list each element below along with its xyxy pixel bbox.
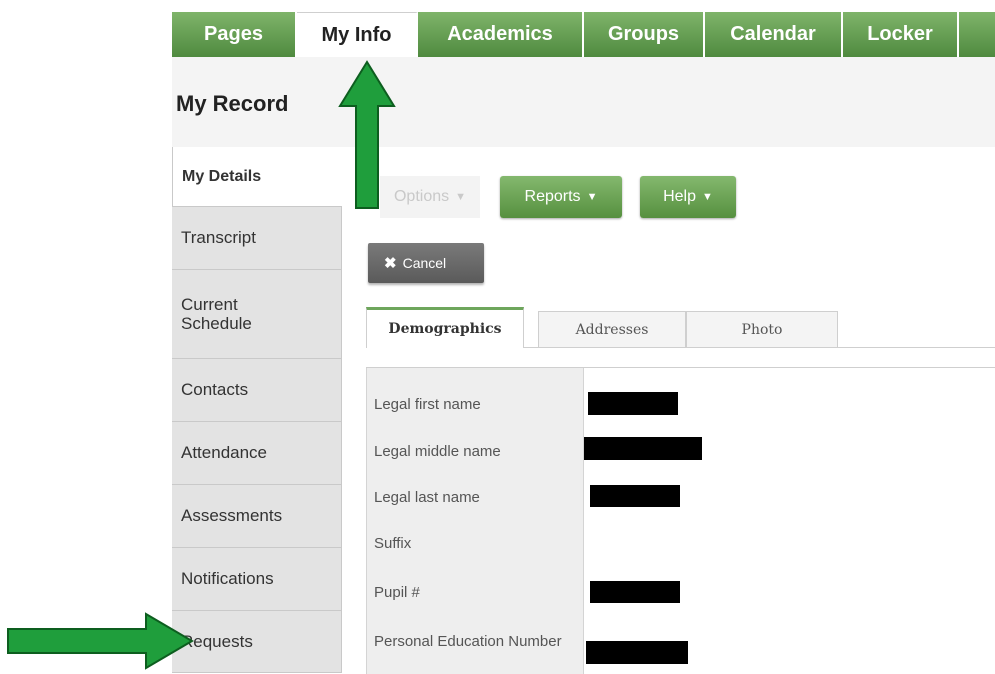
tab-my-info[interactable]: My Info: [297, 12, 418, 57]
top-nav: Pages My Info Academics Groups Calendar …: [172, 12, 995, 57]
tab-academics[interactable]: Academics: [418, 12, 584, 57]
field-label-pupil-number: Pupil #: [374, 584, 420, 601]
caret-down-icon: ▼: [455, 191, 467, 203]
sub-tabs: Demographics Addresses Photo: [366, 307, 995, 348]
help-button[interactable]: Help ▼: [640, 176, 736, 218]
tab-groups[interactable]: Groups: [584, 12, 705, 57]
tab-label: My Info: [321, 23, 392, 46]
tab-addresses[interactable]: Addresses: [538, 311, 686, 347]
sidebar-item-attendance[interactable]: Attendance: [172, 422, 342, 485]
sidebar-item-label: Assessments: [181, 506, 283, 525]
sidebar-item-label: Current Schedule: [181, 295, 252, 333]
caret-down-icon: ▼: [586, 191, 598, 203]
caret-down-icon: ▼: [702, 191, 713, 203]
tab-photo[interactable]: Photo: [686, 311, 838, 347]
sidebar-item-assessments[interactable]: Assessments: [172, 485, 342, 548]
arrow-up-icon: [338, 60, 396, 209]
tab-label: Pages: [204, 23, 263, 45]
sidebar-item-current-schedule[interactable]: Current Schedule: [172, 270, 342, 359]
tab-label: Photo: [741, 321, 783, 338]
tab-label: Demographics: [388, 321, 502, 337]
field-label-legal-first-name: Legal first name: [374, 396, 481, 413]
tab-demographics[interactable]: Demographics: [366, 307, 524, 348]
tab-label: Calendar: [730, 23, 816, 45]
field-label-legal-last-name: Legal last name: [374, 489, 480, 506]
personal-education-number-value-redacted: [586, 641, 688, 664]
close-icon: ✖: [384, 255, 397, 272]
page-header: My Record: [172, 57, 995, 148]
pupil-number-value-redacted: [590, 581, 680, 603]
tab-pages[interactable]: Pages: [172, 12, 297, 57]
sidebar-item-requests[interactable]: Requests: [172, 611, 342, 673]
field-label-suffix: Suffix: [374, 535, 412, 552]
demographics-form: Legal first name Legal middle name Legal…: [366, 367, 995, 674]
arrow-right-icon: [7, 612, 194, 670]
tab-label: Groups: [607, 23, 680, 45]
legal-first-name-value-redacted: [588, 392, 678, 415]
tab-label: Academics: [447, 23, 553, 45]
options-label: Options: [393, 188, 450, 205]
sidebar-item-label: Attendance: [181, 443, 268, 462]
sidebar-item-contacts[interactable]: Contacts: [172, 359, 342, 422]
tab-label: Addresses: [575, 321, 649, 338]
tab-calendar[interactable]: Calendar: [705, 12, 843, 57]
sidebar-item-label: Contacts: [181, 380, 249, 399]
sidebar-item-notifications[interactable]: Notifications: [172, 548, 342, 611]
page-title: My Record: [176, 91, 289, 116]
tab-overflow[interactable]: [959, 12, 995, 57]
sidebar-item-transcript[interactable]: Transcript: [172, 207, 342, 270]
field-label-legal-middle-name: Legal middle name: [374, 443, 501, 460]
sidebar-item-my-details[interactable]: My Details: [172, 147, 342, 207]
legal-last-name-value-redacted: [590, 485, 680, 507]
main-content: Options ▼ Reports ▼ Help ▼ ✖ Cancel Demo…: [342, 147, 995, 674]
reports-label: Reports: [524, 188, 581, 205]
sidebar: My Details Transcript Current Schedule C…: [172, 147, 342, 673]
sidebar-item-label: Transcript: [181, 228, 256, 247]
cancel-button[interactable]: ✖ Cancel: [368, 243, 484, 283]
help-label: Help: [663, 188, 696, 205]
field-label-personal-education-number: Personal Education Number: [374, 633, 562, 650]
legal-middle-name-value-redacted: [584, 437, 702, 460]
cancel-label: Cancel: [402, 255, 447, 271]
tab-locker[interactable]: Locker: [843, 12, 959, 57]
sidebar-item-label: My Details: [182, 167, 262, 185]
tab-label: Locker: [867, 23, 933, 45]
reports-button[interactable]: Reports ▼: [500, 176, 622, 218]
sidebar-item-label: Notifications: [181, 569, 274, 588]
